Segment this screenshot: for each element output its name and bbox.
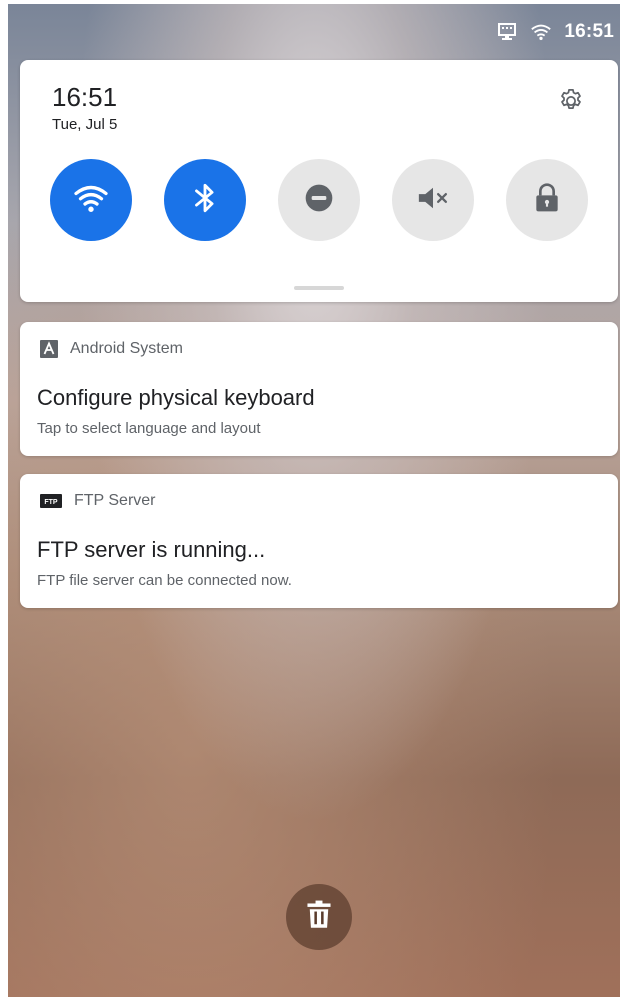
notification-header: FTP FTP Server (40, 492, 156, 510)
wifi-icon (73, 182, 109, 219)
notification-shade: 16:51 16:51 Tue, Jul 5 Android System Co… (8, 4, 620, 997)
wifi-icon (530, 21, 552, 43)
notification-title: FTP server is running... (37, 537, 266, 562)
notification-ftp-server[interactable]: FTP FTP Server FTP server is running... … (20, 474, 618, 608)
bluetooth-toggle[interactable] (164, 159, 246, 241)
ethernet-icon (496, 21, 518, 43)
notification-text: FTP file server can be connected now. (37, 572, 292, 589)
mute-toggle[interactable] (392, 159, 474, 241)
bluetooth-icon (190, 181, 220, 220)
qs-date: Tue, Jul 5 (52, 116, 118, 133)
quick-settings-tiles (50, 159, 590, 241)
qs-time: 16:51 (52, 82, 118, 112)
notification-title: Configure physical keyboard (37, 385, 315, 410)
lock-icon (532, 182, 562, 219)
notification-app-name: FTP Server (74, 492, 156, 509)
gear-icon (557, 87, 585, 120)
trash-icon (305, 900, 333, 935)
status-time: 16:51 (564, 21, 614, 42)
status-bar: 16:51 (8, 4, 620, 60)
dnd-icon (303, 182, 335, 219)
android-system-icon (40, 340, 58, 358)
clear-all-button[interactable] (286, 884, 352, 950)
dnd-toggle[interactable] (278, 159, 360, 241)
notification-header: Android System (40, 340, 183, 358)
wifi-toggle[interactable] (50, 159, 132, 241)
notification-text: Tap to select language and layout (37, 420, 261, 437)
ftp-icon-label: FTP (44, 499, 58, 506)
notification-app-name: Android System (70, 340, 183, 357)
drag-handle[interactable] (294, 286, 344, 290)
volume-mute-icon (415, 183, 451, 218)
quick-settings-panel: 16:51 Tue, Jul 5 (20, 60, 618, 302)
notification-android-system[interactable]: Android System Configure physical keyboa… (20, 322, 618, 456)
settings-button[interactable] (556, 88, 586, 118)
lock-toggle[interactable] (506, 159, 588, 241)
ftp-icon: FTP (40, 494, 62, 508)
